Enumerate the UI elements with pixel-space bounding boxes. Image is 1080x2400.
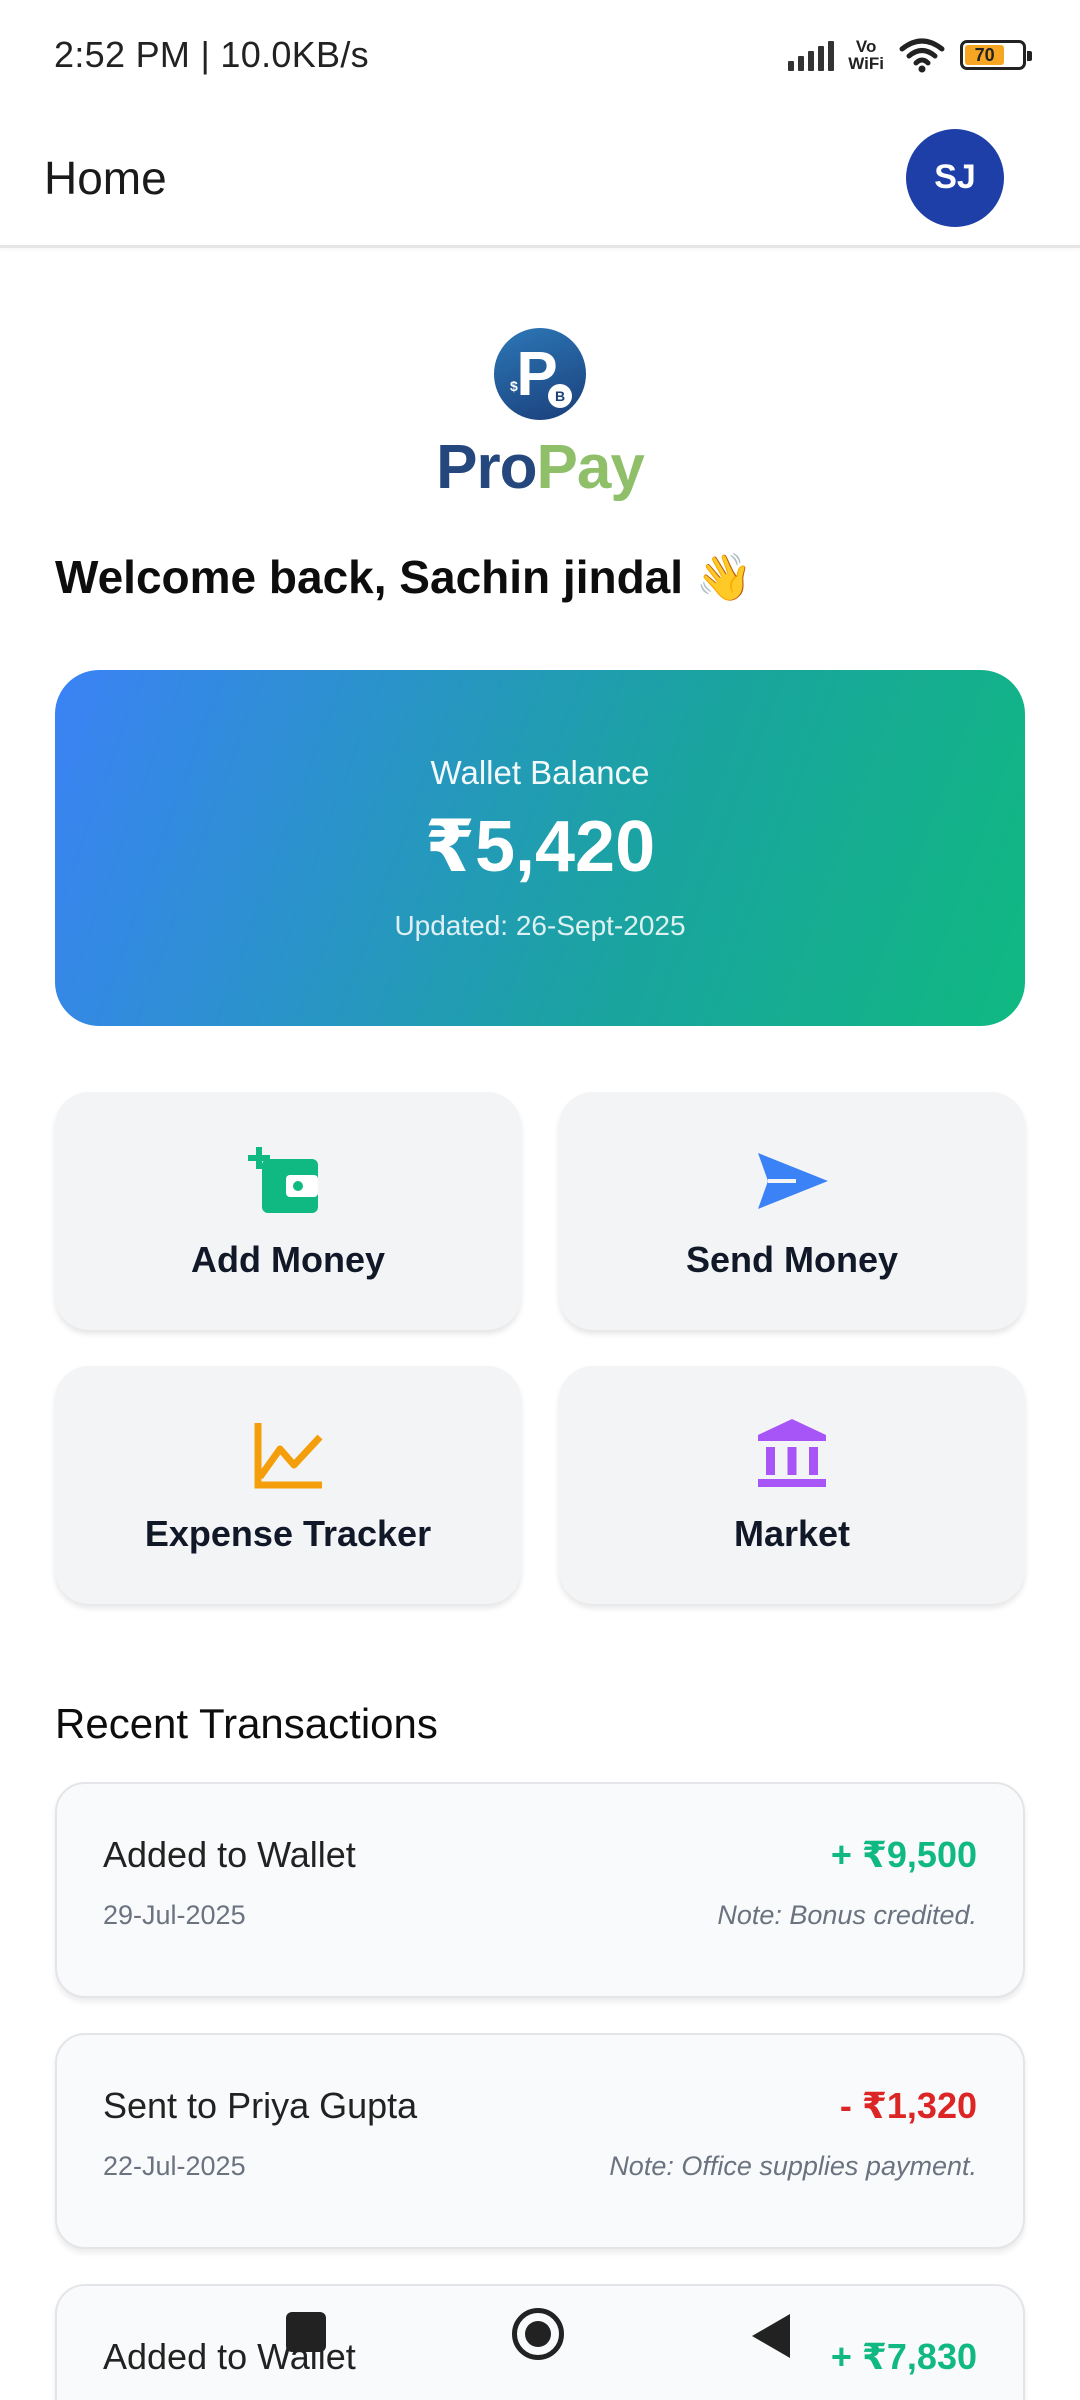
market-label: Market: [733, 1513, 851, 1554]
line-chart-icon: [254, 1423, 323, 1489]
transaction-title: Sent to Priya Gupta: [103, 2085, 418, 2126]
home-circle-icon[interactable]: [512, 2308, 564, 2360]
add-money-label: Add Money: [191, 1239, 385, 1280]
transaction-card[interactable]: Added to Wallet 29-Jul-2025 + ₹9,500 Not…: [55, 1782, 1025, 1998]
add-money-button[interactable]: Add Money: [55, 1092, 521, 1330]
vowifi-top: Vo: [855, 37, 877, 56]
logo-mark-icon: P $ B: [494, 328, 586, 420]
battery-icon: 70: [960, 40, 1032, 70]
wallet-label: Wallet Balance: [430, 754, 650, 791]
avatar[interactable]: SJ: [906, 128, 1004, 227]
send-icon: [758, 1153, 828, 1209]
signal-icon: [788, 39, 835, 71]
wallet-amount: ₹5,420: [424, 807, 656, 887]
transaction-amount: + ₹9,500: [830, 1834, 977, 1875]
transaction-amount: + ₹7,830: [830, 2336, 977, 2377]
status-bar: 2:52 PM | 10.0KB/s Vo WiFi 70: [0, 0, 1080, 110]
transaction-title: Added to Wallet: [103, 1834, 356, 1875]
app-bar: Home SJ: [0, 110, 1080, 248]
transaction-card[interactable]: Sent to Priya Gupta 22-Jul-2025 - ₹1,320…: [55, 2033, 1025, 2249]
logo-coin: B: [548, 384, 572, 408]
add-wallet-icon: [248, 1147, 318, 1213]
vowifi-indicator: Vo WiFi: [848, 38, 884, 72]
wifi-icon: [899, 38, 945, 73]
vowifi-bottom: WiFi: [848, 54, 884, 73]
transaction-date: 29-Jul-2025: [103, 1900, 246, 1930]
expense-tracker-button[interactable]: Expense Tracker: [55, 1366, 521, 1604]
logo-dollar: $: [510, 378, 518, 394]
welcome-message: Welcome back, Sachin jindal 👋: [55, 551, 754, 603]
send-money-button[interactable]: Send Money: [559, 1092, 1025, 1330]
wallet-balance-card[interactable]: Wallet Balance ₹5,420 Updated: 26-Sept-2…: [55, 670, 1025, 1026]
expense-tracker-label: Expense Tracker: [144, 1513, 432, 1554]
logo-wordmark: ProPay: [436, 432, 645, 503]
transaction-amount: - ₹1,320: [839, 2085, 977, 2126]
battery-level: 70: [965, 45, 1005, 65]
transaction-date: 22-Jul-2025: [103, 2151, 246, 2181]
logo-pay: Pay: [536, 433, 645, 502]
bank-icon: [758, 1419, 826, 1487]
propay-logo: P $ B ProPay: [0, 328, 1080, 503]
market-button[interactable]: Market: [559, 1366, 1025, 1604]
status-time: 2:52 PM | 10.0KB/s: [54, 34, 369, 75]
send-money-label: Send Money: [685, 1239, 899, 1280]
logo-pro: Pro: [436, 433, 537, 502]
back-triangle-icon[interactable]: [752, 2314, 790, 2358]
transaction-note: Note: Office supplies payment.: [609, 2151, 977, 2181]
wallet-updated: Updated: 26-Sept-2025: [394, 910, 686, 941]
home-circle-dot: [525, 2321, 551, 2347]
transaction-note: Note: Bonus credited.: [717, 1900, 977, 1930]
page-title: Home: [44, 151, 167, 204]
recent-transactions-title: Recent Transactions: [55, 1700, 438, 1747]
recents-square-icon[interactable]: [286, 2312, 326, 2352]
status-icons: Vo WiFi 70: [788, 37, 1032, 73]
